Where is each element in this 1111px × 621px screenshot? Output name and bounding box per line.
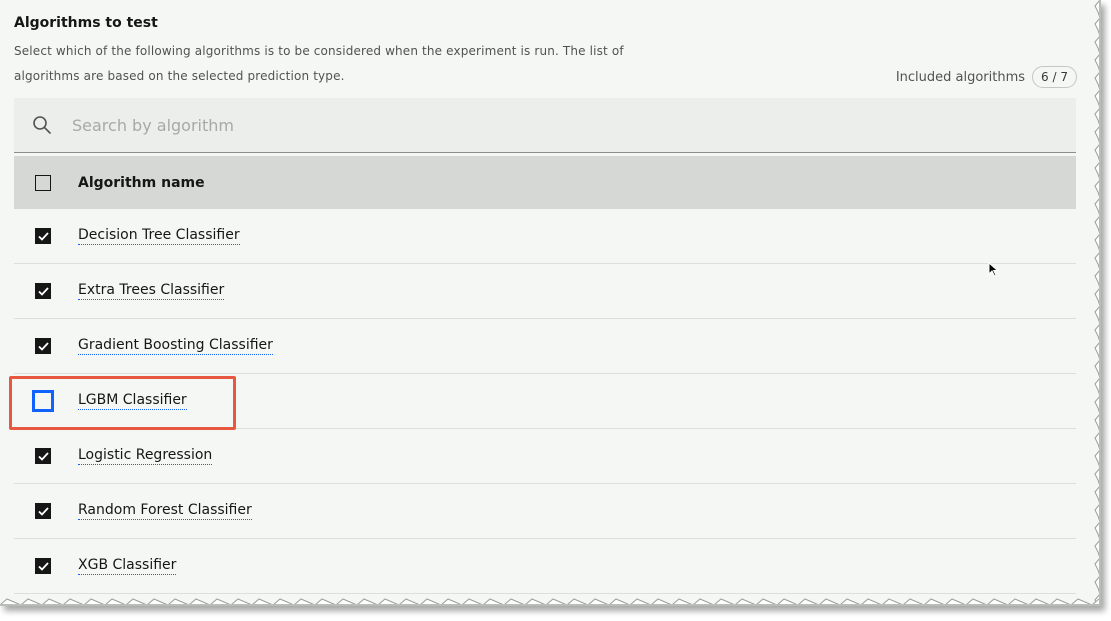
section-title: Algorithms to test	[14, 15, 158, 31]
checkmark-icon	[37, 561, 49, 571]
mouse-cursor-icon	[988, 261, 1000, 282]
table-row: Gradient Boosting Classifier	[14, 319, 1076, 374]
algorithm-name-link[interactable]: Random Forest Classifier	[78, 502, 252, 520]
table-row: Logistic Regression	[14, 429, 1076, 484]
algorithm-checkbox[interactable]	[35, 228, 51, 244]
algorithm-name-link[interactable]: XGB Classifier	[78, 557, 177, 575]
algorithm-name-link[interactable]: LGBM Classifier	[78, 392, 187, 410]
algorithm-checkbox[interactable]	[35, 503, 51, 519]
algorithm-checkbox[interactable]	[35, 448, 51, 464]
table-header: Algorithm name	[14, 156, 1076, 209]
search-icon	[14, 115, 70, 135]
algorithm-name-link[interactable]: Extra Trees Classifier	[78, 282, 225, 300]
checkmark-icon	[37, 341, 49, 351]
algorithm-name-link[interactable]: Logistic Regression	[78, 447, 213, 465]
checkmark-icon	[37, 286, 49, 296]
algorithm-checkbox[interactable]	[35, 283, 51, 299]
included-algorithms-label: Included algorithms	[895, 69, 1026, 85]
algorithm-search[interactable]	[14, 98, 1076, 153]
algorithm-name-link[interactable]: Gradient Boosting Classifier	[78, 337, 273, 355]
table-body: Decision Tree Classifier Extra Trees Clas…	[14, 209, 1076, 594]
algorithm-checkbox[interactable]	[35, 338, 51, 354]
algorithms-panel: Algorithms to test Select which of the f…	[0, 0, 1101, 606]
table-row: XGB Classifier	[14, 539, 1076, 594]
checkmark-icon	[37, 231, 49, 241]
checkmark-icon	[37, 506, 49, 516]
algorithm-checkbox[interactable]	[32, 390, 54, 412]
included-algorithms: Included algorithms 6 / 7	[896, 66, 1077, 88]
algorithm-name-link[interactable]: Decision Tree Classifier	[78, 227, 240, 245]
table-row: LGBM Classifier	[14, 374, 1076, 429]
section-description: Select which of the following algorithms…	[14, 44, 624, 83]
algorithm-table: Algorithm name Decision Tree Classifier E…	[14, 156, 1076, 594]
checkmark-icon	[37, 451, 49, 461]
table-row: Decision Tree Classifier	[14, 209, 1076, 264]
table-row: Extra Trees Classifier	[14, 264, 1076, 319]
column-header-algorithm-name: Algorithm name	[78, 174, 205, 191]
search-input[interactable]	[70, 114, 974, 136]
table-row: Random Forest Classifier	[14, 484, 1076, 539]
select-all-checkbox[interactable]	[35, 174, 51, 191]
algorithm-checkbox[interactable]	[35, 558, 51, 574]
included-count-badge: 6 / 7	[1032, 66, 1077, 88]
